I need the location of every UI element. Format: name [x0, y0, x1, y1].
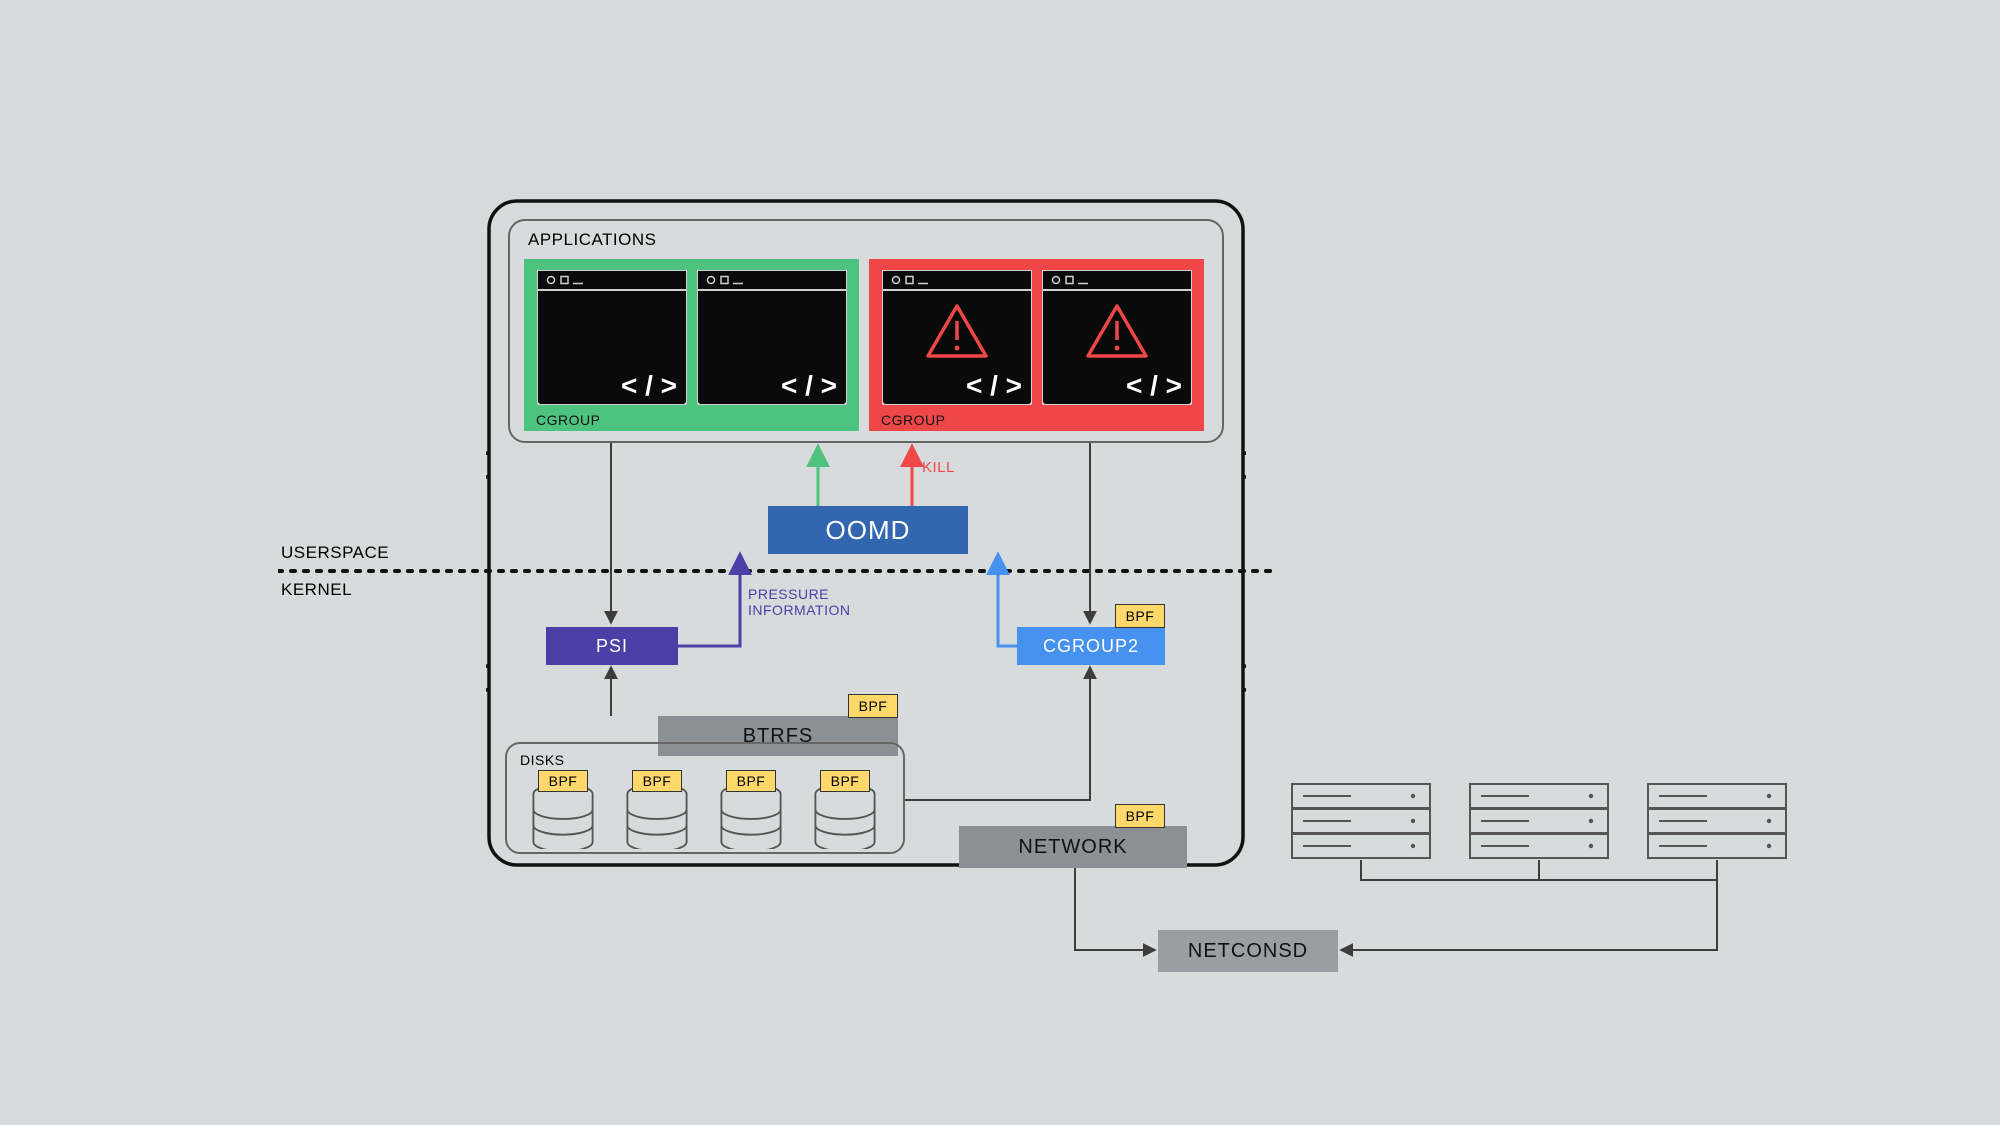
kill-label: KILL: [922, 459, 955, 476]
arrows-layer: [0, 0, 2000, 1125]
diagram-canvas: USERSPACE KERNEL APPLICATIONS CGROUP CGR…: [0, 0, 2000, 1125]
pressure-label: PRESSURE INFORMATION: [748, 586, 850, 618]
